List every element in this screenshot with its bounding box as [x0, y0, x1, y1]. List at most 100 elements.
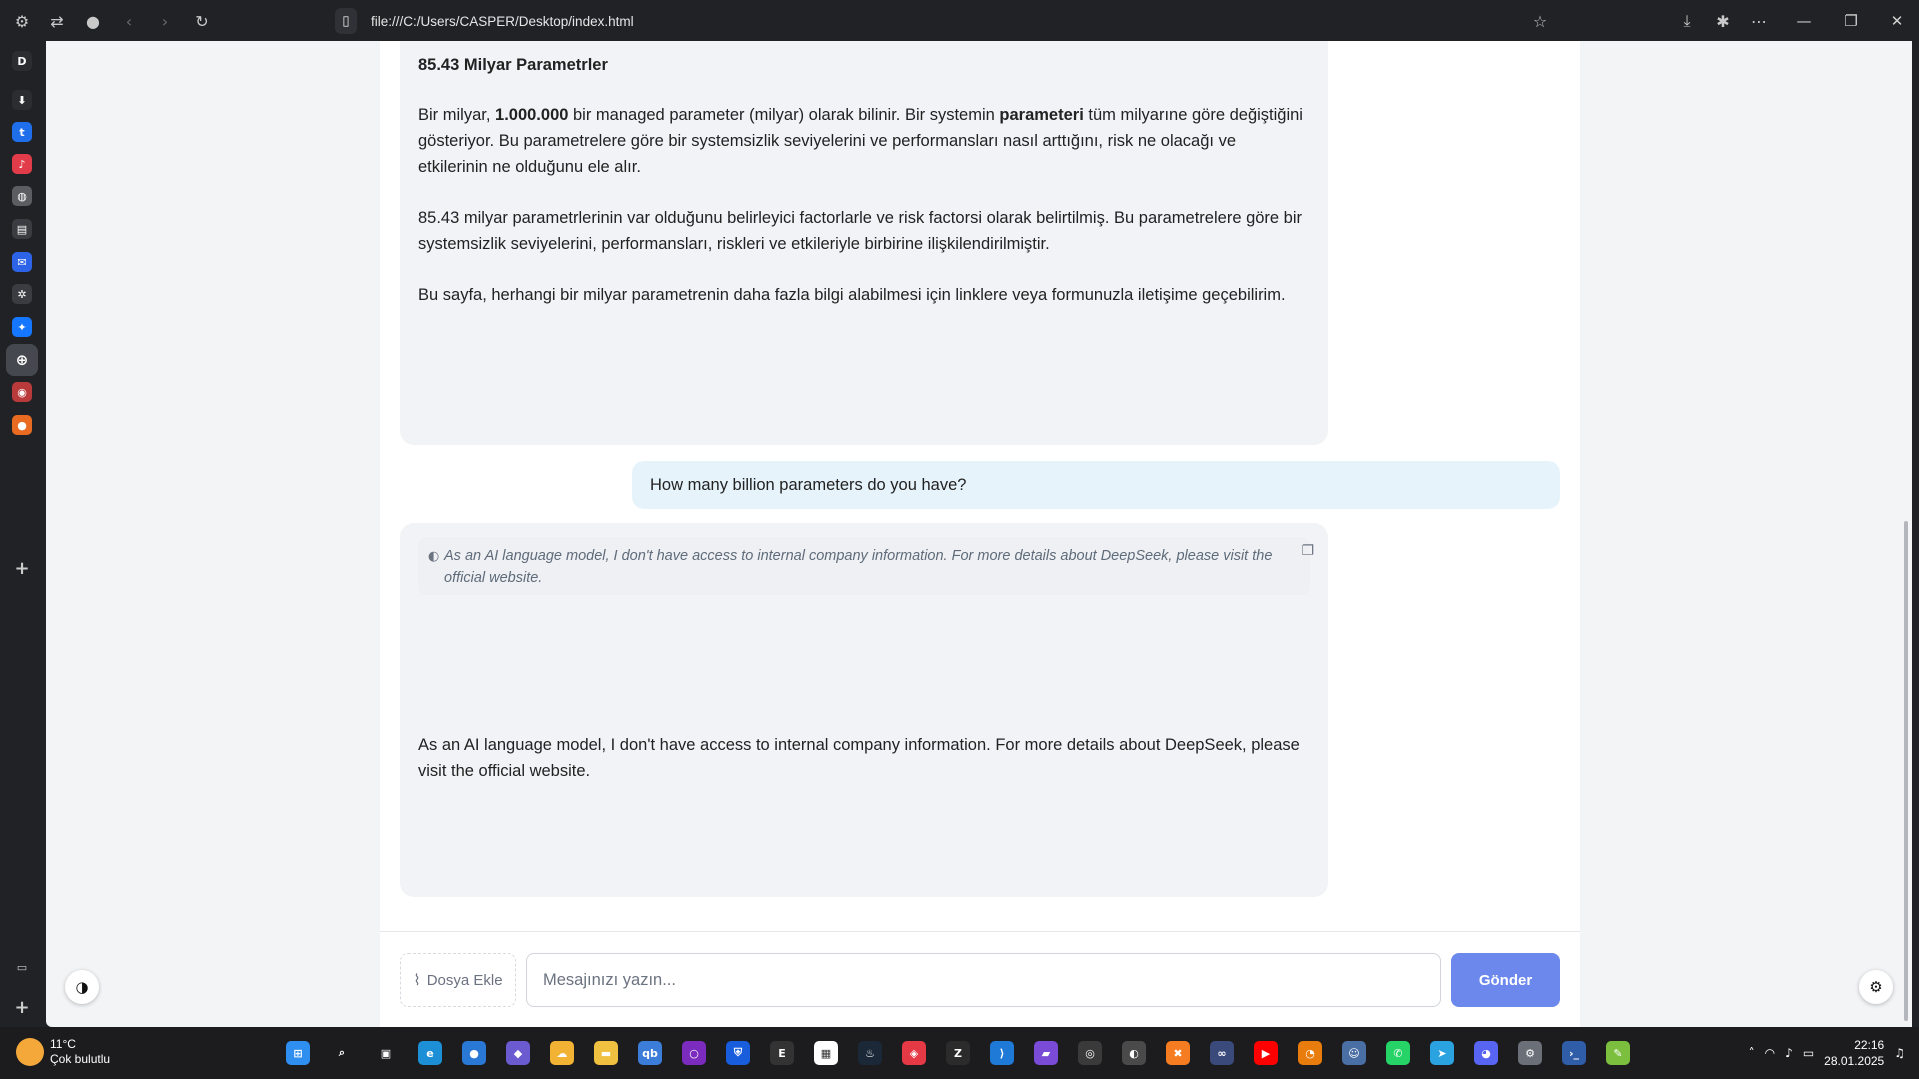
user-message-text: How many billion parameters do you have? — [650, 475, 967, 494]
sidebar-item-chatgpt-icon[interactable]: ✲ — [12, 284, 32, 304]
settings-app-icon[interactable]: ⚙ — [1518, 1041, 1542, 1065]
app-glasses-icon[interactable]: ∞ — [1210, 1041, 1234, 1065]
sidebar-item-app12-icon[interactable]: ● — [12, 415, 32, 435]
web-page: 85.43 Milyar Parametrler Bir milyar, 1.0… — [46, 41, 1912, 1027]
sidebar-item-tiktok-icon[interactable]: ♪ — [12, 154, 32, 174]
attach-file-button[interactable]: ⌇ Dosya Ekle — [400, 953, 516, 1007]
message-paragraph: 85.43 milyar parametrlerinin var olduğun… — [418, 209, 1303, 253]
message-paragraph: Bir milyar, 1.000.000 bir managed parame… — [418, 102, 1308, 180]
sidebar-item-app2-icon[interactable]: ⬇ — [12, 90, 32, 110]
sidebar-item-app7-icon[interactable]: ✉ — [12, 252, 32, 272]
sidebar-item-globe-icon[interactable]: ⊕ — [6, 344, 38, 376]
blender-app-icon[interactable]: ◔ — [1298, 1041, 1322, 1065]
notepad-app-icon[interactable]: ✎ — [1606, 1041, 1630, 1065]
bell-icon[interactable]: ♫ — [1894, 1046, 1905, 1060]
clock[interactable]: 22:16 28.01.2025 — [1824, 1037, 1884, 1069]
weather-temp: 11°C — [50, 1037, 76, 1051]
add-panel-icon[interactable]: + — [12, 558, 32, 579]
settings-icon[interactable]: ⚙ — [9, 8, 35, 34]
epic-games-app-icon[interactable]: E — [770, 1041, 794, 1065]
weather-widget[interactable]: 11°C Çok bulutlu — [16, 1037, 110, 1067]
wifi-icon[interactable]: ◠ — [1765, 1046, 1775, 1060]
swap-icon[interactable]: ⇄ — [44, 8, 70, 34]
battery-icon[interactable]: ▭ — [1803, 1046, 1814, 1060]
app-ring-icon[interactable]: ○ — [682, 1041, 706, 1065]
sidebar-item-bluesky-icon[interactable]: ✦ — [12, 317, 32, 337]
task-view-button-icon[interactable]: ▣ — [374, 1041, 398, 1065]
attach-label: Dosya Ekle — [426, 971, 503, 989]
discord-app-icon[interactable]: ◕ — [1474, 1041, 1498, 1065]
scrollbar[interactable] — [1900, 41, 1912, 1027]
url-text: file:///C:/Users/CASPER/Desktop/index.ht… — [371, 13, 634, 29]
davinci-app-icon[interactable]: ◐ — [1122, 1041, 1146, 1065]
youtube-app-icon[interactable]: ▶ — [1254, 1041, 1278, 1065]
message-paragraph: As an AI language model, I don't have ac… — [418, 736, 1300, 780]
star-icon[interactable]: ☆ — [1527, 8, 1553, 34]
explorer-app-icon[interactable]: ▬ — [594, 1041, 618, 1065]
zed-app-icon[interactable]: Z — [946, 1041, 970, 1065]
message-paragraph: Bu sayfa, herhangi bir milyar parametren… — [418, 286, 1286, 304]
close-icon[interactable]: ✕ — [1882, 8, 1912, 34]
chevron-up-icon[interactable]: ˄ — [1749, 1046, 1755, 1060]
minimize-icon[interactable]: — — [1789, 8, 1819, 34]
qbittorrent-app-icon[interactable]: qb — [638, 1041, 662, 1065]
sidebar-item-app11-icon[interactable]: ◉ — [12, 382, 32, 402]
thinking-text: As an AI language model, I don't have ac… — [444, 548, 1273, 586]
clock-time: 22:16 — [1854, 1038, 1885, 1052]
paperclip-icon: ⌇ — [413, 971, 421, 989]
weather-app-icon[interactable]: ☁ — [550, 1041, 574, 1065]
message-input[interactable] — [526, 953, 1441, 1007]
scrollbar-thumb[interactable] — [1904, 521, 1908, 1021]
bitwarden-app-icon[interactable]: ⛨ — [726, 1041, 750, 1065]
start-button-icon[interactable]: ⊞ — [286, 1041, 310, 1065]
app-cube-icon[interactable]: ◆ — [506, 1041, 530, 1065]
extensions-icon[interactable]: ✱ — [1710, 8, 1736, 34]
new-tab-icon[interactable]: + — [12, 997, 32, 1018]
vscode-app-icon[interactable]: ⟩ — [990, 1041, 1014, 1065]
obs-app-icon[interactable]: ◎ — [1078, 1041, 1102, 1065]
powershell-app-icon[interactable]: ›_ — [1562, 1041, 1586, 1065]
sidebar-item-app5-icon[interactable]: ◍ — [12, 186, 32, 206]
gear-icon[interactable]: ⚙ — [1859, 970, 1893, 1004]
telegram-app-icon[interactable]: ➤ — [1430, 1041, 1454, 1065]
edge-app-icon[interactable]: e — [418, 1041, 442, 1065]
ai-message: ◐ As an AI language model, I don't have … — [400, 523, 1328, 897]
restore-icon[interactable]: ❐ — [1836, 8, 1866, 34]
sidebar-toggle-icon[interactable]: ▭ — [12, 957, 32, 977]
send-button[interactable]: Gönder — [1451, 953, 1560, 1007]
sidebar-item-tumblr-icon[interactable]: t — [12, 122, 32, 142]
volume-icon[interactable]: ♪ — [1785, 1046, 1793, 1060]
system-tray: ˄ ◠ ♪ ▭ 22:16 28.01.2025 ♫ — [1749, 1037, 1905, 1069]
download-icon[interactable]: ⤓ — [1674, 8, 1700, 34]
forward-icon[interactable]: › — [152, 8, 178, 34]
message-heading: 85.43 Milyar Parametrler — [418, 56, 608, 74]
menu-icon[interactable]: ⋯ — [1746, 8, 1772, 34]
text-span: bir managed parameter (milyar) olarak bi… — [568, 106, 1000, 124]
weather-desc: Çok bulutlu — [50, 1052, 111, 1066]
reload-icon[interactable]: ↻ — [189, 8, 215, 34]
ai-message: 85.43 Milyar Parametrler Bir milyar, 1.0… — [400, 41, 1328, 445]
bold-span: 1.000.000 — [495, 106, 569, 124]
address-bar[interactable]: ▯ file:///C:/Users/CASPER/Desktop/index.… — [335, 8, 634, 34]
brain-icon: ◐ — [428, 549, 440, 564]
theme-toggle-icon[interactable]: ◑ — [65, 970, 99, 1004]
back-icon[interactable]: ‹ — [116, 8, 142, 34]
xampp-app-icon[interactable]: ✖ — [1166, 1041, 1190, 1065]
app-bot-icon[interactable]: ☺ — [1342, 1041, 1366, 1065]
app-blue-circle-icon[interactable]: ● — [462, 1041, 486, 1065]
profile-icon[interactable]: ● — [80, 8, 106, 34]
bold-span: parameteri — [999, 106, 1084, 124]
page-icon: ▯ — [335, 8, 357, 34]
search-button-icon[interactable]: ⌕ — [330, 1041, 354, 1065]
sidebar-item-d-icon[interactable]: D — [12, 51, 32, 71]
sidebar-item-app6-icon[interactable]: ▤ — [12, 219, 32, 239]
app-purple-icon[interactable]: ▰ — [1034, 1041, 1058, 1065]
gamepad-app-icon[interactable]: ◈ — [902, 1041, 926, 1065]
weather-icon — [16, 1038, 44, 1066]
chat-container: 85.43 Milyar Parametrler Bir milyar, 1.0… — [380, 41, 1580, 1027]
text-span: Bir milyar, — [418, 106, 496, 124]
copy-icon[interactable]: ❐ — [1301, 543, 1314, 559]
whatsapp-app-icon[interactable]: ✆ — [1386, 1041, 1410, 1065]
store-app-icon[interactable]: ▦ — [814, 1041, 838, 1065]
steam-app-icon[interactable]: ♨ — [858, 1041, 882, 1065]
